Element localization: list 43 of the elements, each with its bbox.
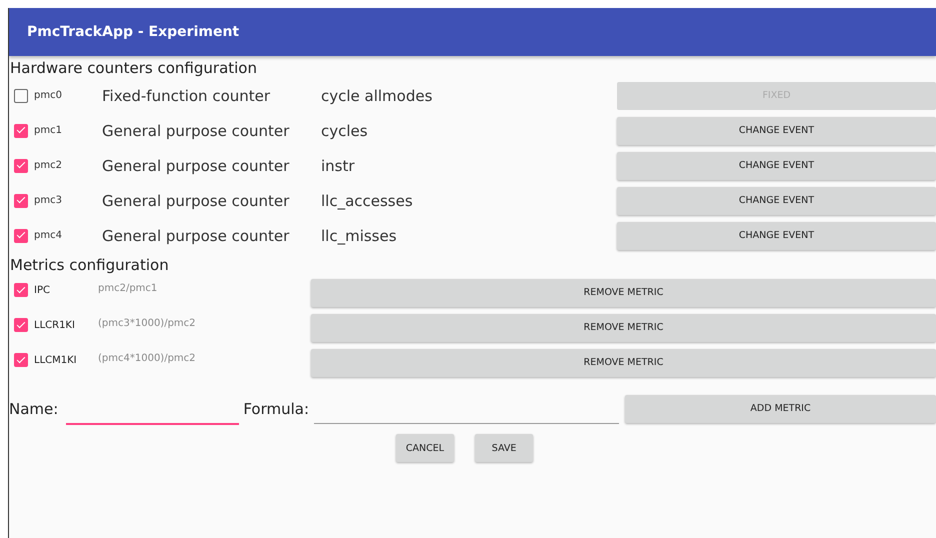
counter-name: pmc3 [34,195,62,206]
metric-name: LLCM1KI [34,354,78,366]
change-event-button[interactable]: CHANGE EVENT [617,116,936,144]
counter-event: cycle allmodes [321,86,434,104]
cancel-button[interactable]: CANCEL [396,434,454,462]
metric-formula: (pmc3*1000)/pmc2 [98,318,196,329]
formula-label: Formula: [243,400,310,418]
checkbox[interactable] [14,283,28,297]
metric-name: IPC [34,284,51,296]
change-event-button[interactable]: CHANGE EVENT [617,186,936,214]
checkbox[interactable] [14,158,28,172]
counter-event: instr [321,156,356,174]
checkbox[interactable] [14,124,28,138]
save-button[interactable]: SAVE [475,434,534,462]
name-label: Name: [9,400,58,418]
checkbox[interactable] [14,228,28,242]
checkbox[interactable] [14,353,28,367]
counter-event: cycles [321,122,369,140]
app-title: PmcTrackApp - Experiment [27,24,240,40]
metric-name: LLCR1KI [34,319,76,331]
counter-type: General purpose counter [102,122,290,140]
metric-formula: (pmc4*1000)/pmc2 [98,353,196,364]
remove-metric-button[interactable]: REMOVE METRIC [311,348,936,376]
counter-event: llc_misses [321,226,398,244]
counter-event: llc_accesses [321,192,414,210]
counter-type: Fixed-function counter [102,86,272,104]
add-metric-button[interactable]: ADD METRIC [625,394,936,422]
change-event-button[interactable]: CHANGE EVENT [617,152,936,180]
remove-metric-button[interactable]: REMOVE METRIC [311,314,936,342]
counter-type: General purpose counter [102,156,290,174]
counter-name: pmc4 [34,230,62,241]
metric-formula: pmc2/pmc1 [98,283,158,294]
counter-name: pmc1 [34,125,62,136]
counter-type: General purpose counter [102,192,290,210]
change-event-button[interactable]: CHANGE EVENT [617,222,936,250]
counter-name: pmc0 [34,90,62,101]
section-heading: Hardware counters configuration [9,58,258,78]
counter-type: General purpose counter [102,226,290,244]
checkbox[interactable] [14,318,28,332]
counter-name: pmc2 [34,160,62,171]
section-heading: Metrics configuration [9,255,170,275]
remove-metric-button[interactable]: REMOVE METRIC [311,278,936,306]
checkbox[interactable] [14,194,28,208]
